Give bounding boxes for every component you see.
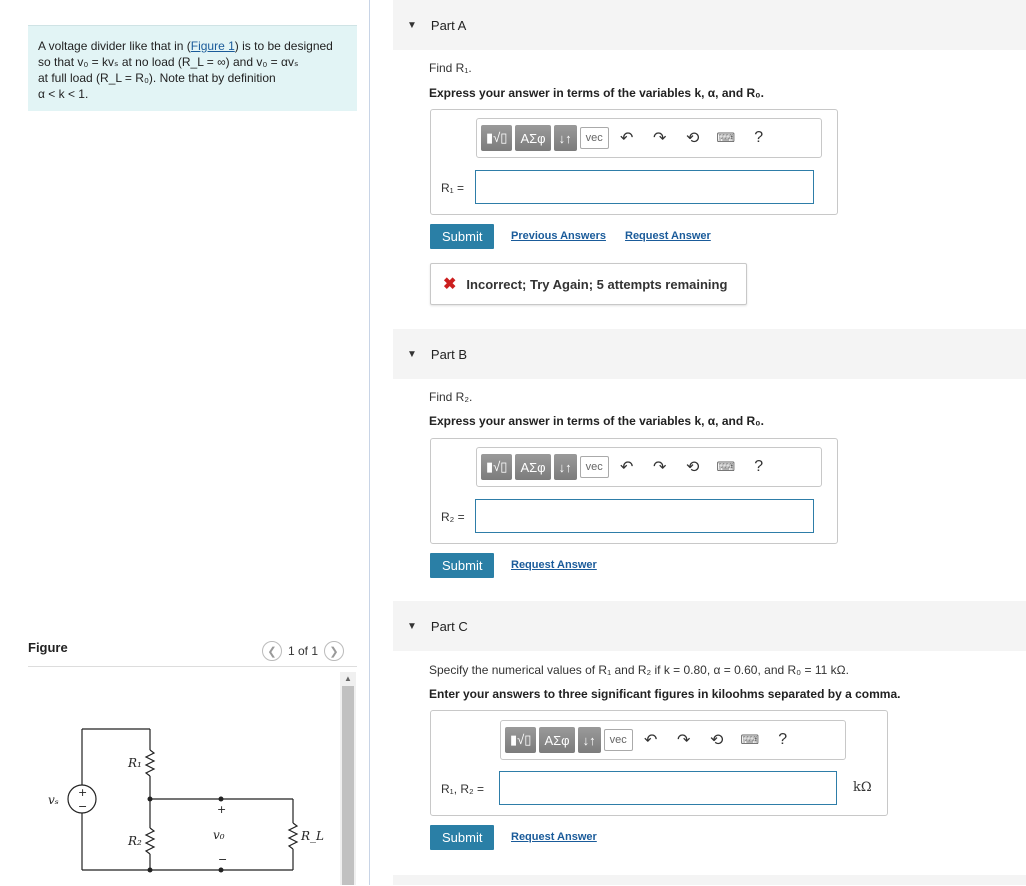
problem-line-4: α < k < 1. bbox=[38, 87, 89, 101]
template-button[interactable]: ▮√▯ bbox=[481, 454, 513, 480]
source-plus-sign: + bbox=[78, 786, 87, 799]
vo-minus-sign: − bbox=[218, 853, 227, 866]
part-c-math-toolbar: ▮√▯ ΑΣφ ↓↑ vec ↶ ↷ ⟲ ⌨ ? bbox=[500, 720, 846, 760]
r1-label: R₁ bbox=[127, 756, 142, 770]
part-c-instructions: Enter your answers to three significant … bbox=[429, 687, 901, 701]
problem-statement: A voltage divider like that in (Figure 1… bbox=[28, 25, 357, 111]
help-button[interactable]: ? bbox=[768, 731, 798, 749]
part-a-find: Find R₁. bbox=[429, 61, 472, 75]
undo-icon[interactable]: ↶ bbox=[612, 457, 642, 477]
column-divider bbox=[369, 0, 370, 885]
part-b-submit-button[interactable]: Submit bbox=[430, 553, 495, 578]
vector-button[interactable]: vec bbox=[603, 729, 633, 751]
greek-symbols-button[interactable]: ΑΣφ bbox=[515, 125, 551, 151]
part-a-header[interactable]: ▼ Part A bbox=[393, 0, 1026, 50]
resistor-r1 bbox=[144, 749, 156, 777]
scroll-up-icon[interactable]: ▲ bbox=[344, 674, 352, 683]
vo-label: v₀ bbox=[213, 828, 225, 842]
redo-icon[interactable]: ↷ bbox=[669, 730, 699, 750]
resistor-r2 bbox=[144, 827, 156, 855]
figure-pager: ❮ 1 of 1 ❯ bbox=[262, 641, 345, 661]
part-a-input-label: R₁ = bbox=[441, 181, 465, 195]
template-button[interactable]: ▮√▯ bbox=[481, 125, 513, 151]
redo-icon[interactable]: ↷ bbox=[645, 457, 675, 477]
reset-icon[interactable]: ⟲ bbox=[678, 457, 708, 477]
vs-label: vₛ bbox=[48, 793, 59, 807]
arrows-button[interactable]: ↓↑ bbox=[553, 125, 577, 151]
part-b-input-label: R₂ = bbox=[441, 510, 465, 524]
part-c-input-label: R₁, R₂ = bbox=[441, 782, 485, 796]
keyboard-icon[interactable]: ⌨ bbox=[711, 130, 741, 146]
part-a-title: Part A bbox=[430, 17, 467, 33]
keyboard-icon[interactable]: ⌨ bbox=[711, 459, 741, 475]
part-a-submit-button[interactable]: Submit bbox=[430, 224, 495, 249]
part-c-header[interactable]: ▼ Part C bbox=[393, 601, 1026, 651]
kiloohm-unit: kΩ bbox=[853, 780, 872, 795]
figure-scrollbar[interactable]: ▲ bbox=[340, 672, 356, 885]
figure-title: Figure bbox=[28, 640, 68, 655]
part-c-submit-button[interactable]: Submit bbox=[430, 825, 495, 850]
r2-label: R₂ bbox=[127, 834, 142, 848]
collapse-triangle-icon[interactable]: ▼ bbox=[407, 621, 417, 632]
next-part-header-edge bbox=[393, 875, 1026, 885]
undo-icon[interactable]: ↶ bbox=[612, 128, 642, 148]
source-minus-sign: − bbox=[78, 800, 87, 813]
greek-symbols-button[interactable]: ΑΣφ bbox=[515, 454, 551, 480]
part-b-find: Find R₂. bbox=[429, 390, 473, 404]
part-b-instructions: Express your answer in terms of the vari… bbox=[429, 414, 764, 428]
part-c-request-answer-link[interactable]: Request Answer bbox=[511, 831, 597, 843]
problem-line-3: at full load (R_L = R₀). Note that by de… bbox=[38, 71, 276, 85]
problem-line-1: A voltage divider like that in (Figure 1… bbox=[38, 39, 333, 53]
part-a-request-answer-link[interactable]: Request Answer bbox=[625, 230, 711, 242]
keyboard-icon[interactable]: ⌨ bbox=[735, 732, 765, 748]
chevron-right-icon[interactable]: ❯ bbox=[324, 641, 345, 661]
reset-icon[interactable]: ⟲ bbox=[702, 730, 732, 750]
part-b-answer-input[interactable] bbox=[475, 499, 814, 533]
circuit-diagram: vₛ R₁ R₂ v₀ R_L + − + − bbox=[48, 728, 324, 873]
part-b-header[interactable]: ▼ Part B bbox=[393, 329, 1026, 379]
redo-icon[interactable]: ↷ bbox=[645, 128, 675, 148]
vector-button[interactable]: vec bbox=[579, 127, 609, 149]
part-b-title: Part B bbox=[430, 346, 468, 362]
template-button[interactable]: ▮√▯ bbox=[505, 727, 537, 753]
help-button[interactable]: ? bbox=[744, 129, 774, 147]
figure-link[interactable]: Figure 1 bbox=[191, 39, 235, 53]
part-a-math-toolbar: ▮√▯ ΑΣφ ↓↑ vec ↶ ↷ ⟲ ⌨ ? bbox=[476, 118, 822, 158]
part-b-request-answer-link[interactable]: Request Answer bbox=[511, 559, 597, 571]
greek-symbols-button[interactable]: ΑΣφ bbox=[539, 727, 575, 753]
part-a-feedback: ✖ Incorrect; Try Again; 5 attempts remai… bbox=[430, 263, 747, 305]
chevron-left-icon[interactable]: ❮ bbox=[262, 641, 282, 661]
feedback-text: Incorrect; Try Again; 5 attempts remaini… bbox=[466, 276, 728, 292]
part-a-instructions: Express your answer in terms of the vari… bbox=[429, 86, 764, 100]
part-c-specify: Specify the numerical values of R₁ and R… bbox=[429, 663, 849, 677]
collapse-triangle-icon[interactable]: ▼ bbox=[407, 20, 417, 31]
figure-area: vₛ R₁ R₂ v₀ R_L + − + − bbox=[28, 666, 357, 885]
vector-button[interactable]: vec bbox=[579, 456, 609, 478]
part-b-math-toolbar: ▮√▯ ΑΣφ ↓↑ vec ↶ ↷ ⟲ ⌨ ? bbox=[476, 447, 822, 487]
collapse-triangle-icon[interactable]: ▼ bbox=[407, 349, 417, 360]
rl-label: R_L bbox=[300, 829, 324, 843]
part-c-title: Part C bbox=[430, 618, 468, 634]
resistor-rl bbox=[287, 822, 299, 850]
vo-plus-sign: + bbox=[217, 803, 226, 816]
scrollbar-thumb[interactable] bbox=[342, 686, 354, 885]
arrows-button[interactable]: ↓↑ bbox=[577, 727, 601, 753]
previous-answers-link[interactable]: Previous Answers bbox=[511, 230, 606, 242]
pager-text: 1 of 1 bbox=[288, 644, 319, 658]
incorrect-x-icon: ✖ bbox=[443, 276, 457, 293]
problem-line-2: so that v₀ = kvₛ at no load (R_L = ∞) an… bbox=[38, 55, 299, 69]
part-a-answer-input[interactable] bbox=[475, 170, 814, 204]
arrows-button[interactable]: ↓↑ bbox=[553, 454, 577, 480]
undo-icon[interactable]: ↶ bbox=[636, 730, 666, 750]
reset-icon[interactable]: ⟲ bbox=[678, 128, 708, 148]
part-c-answer-input[interactable] bbox=[499, 771, 837, 805]
help-button[interactable]: ? bbox=[744, 458, 774, 476]
